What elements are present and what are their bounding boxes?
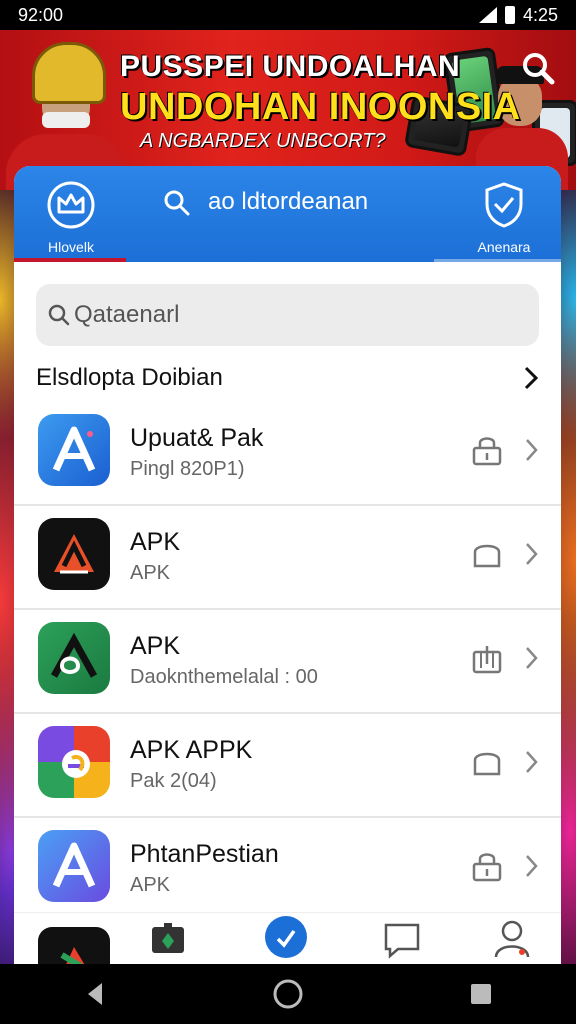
chevron-right-icon bbox=[524, 366, 539, 390]
app-title: PhtanPestian bbox=[130, 840, 279, 868]
chevron-right-icon bbox=[526, 855, 538, 877]
recents-icon[interactable] bbox=[466, 979, 496, 1009]
a-logo-multicolor-icon bbox=[38, 726, 110, 798]
banner-title: PUSSPEI UNDOALHAN bbox=[120, 50, 461, 83]
a-logo-purple-icon bbox=[38, 830, 110, 902]
banner-subtitle: A NGBARDEX UNBCORT? bbox=[140, 130, 386, 152]
app-title: APK APPK bbox=[130, 736, 253, 764]
chevron-right-icon bbox=[526, 647, 538, 669]
banner-figure-left bbox=[6, 42, 126, 190]
search-input[interactable]: Qataenarl bbox=[36, 284, 539, 346]
home-icon[interactable] bbox=[271, 977, 305, 1011]
app-title: Upuat& Pak bbox=[130, 424, 264, 452]
nav-profile[interactable] bbox=[490, 917, 534, 961]
bag-icon bbox=[152, 923, 184, 953]
back-icon[interactable] bbox=[80, 979, 110, 1009]
app-list: Upuat& Pak Pingl 820P1) APK APK APK Daok… bbox=[14, 402, 561, 922]
list-item[interactable]: APK APK bbox=[14, 506, 561, 610]
status-clock: 4:25 bbox=[522, 4, 558, 25]
profile-icon bbox=[494, 920, 530, 958]
search-placeholder: Qataenarl bbox=[74, 301, 180, 328]
chat-icon bbox=[384, 923, 420, 959]
lock-icon[interactable] bbox=[471, 850, 503, 882]
banner-headline: UNDOHAN INOONSIA bbox=[120, 86, 521, 128]
system-nav-bar bbox=[0, 964, 576, 1024]
list-item[interactable]: APK Daoknthemelalal : 00 bbox=[14, 610, 561, 714]
list-item[interactable]: PhtanPestian APK bbox=[14, 818, 561, 922]
app-title: APK bbox=[130, 528, 181, 556]
search-icon bbox=[164, 190, 190, 216]
nav-store[interactable] bbox=[146, 917, 190, 961]
list-item[interactable]: Upuat& Pak Pingl 820P1) bbox=[14, 402, 561, 506]
download-box-icon[interactable] bbox=[471, 642, 503, 674]
crown-icon bbox=[47, 181, 95, 229]
shield-icon bbox=[485, 182, 523, 228]
check-circle-icon bbox=[265, 916, 307, 958]
nav-search[interactable]: ao ldtordeanan bbox=[162, 188, 368, 216]
bottom-nav bbox=[14, 912, 561, 966]
app-title: APK bbox=[130, 632, 181, 660]
list-item[interactable]: APK APPK Pak 2(04) bbox=[14, 714, 561, 818]
chevron-right-icon bbox=[526, 751, 538, 773]
nav-home-tab[interactable]: Hlovelk bbox=[36, 180, 106, 255]
nav-right-label: Anenara bbox=[477, 239, 531, 255]
nav-search-text: ao ldtordeanan bbox=[208, 188, 369, 215]
bag-icon[interactable] bbox=[471, 538, 503, 570]
signal-icon bbox=[478, 7, 497, 23]
app-subtitle: APK bbox=[130, 874, 171, 896]
app-subtitle: Pingl 820P1) bbox=[130, 458, 245, 480]
status-bar: 92:00 4:25 bbox=[0, 0, 576, 30]
app-subtitle: Daoknthemelalal : 00 bbox=[130, 666, 318, 688]
a-logo-orange-icon bbox=[38, 518, 110, 590]
search-icon bbox=[48, 304, 70, 326]
top-nav: Hlovelk ao ldtordeanan Anenara bbox=[14, 166, 561, 262]
a-logo-green-icon bbox=[38, 622, 110, 694]
app-subtitle: APK bbox=[130, 562, 171, 584]
bag-icon[interactable] bbox=[471, 746, 503, 778]
section-header[interactable]: Elsdlopta Doibian bbox=[36, 358, 541, 398]
nav-updates[interactable] bbox=[264, 915, 308, 959]
app-subtitle: Pak 2(04) bbox=[130, 770, 217, 792]
status-time: 92:00 bbox=[18, 4, 64, 25]
section-title: Elsdlopta Doibian bbox=[36, 364, 223, 391]
chevron-right-icon bbox=[526, 439, 538, 461]
nav-shield-tab[interactable]: Anenara bbox=[469, 180, 539, 255]
lock-icon[interactable] bbox=[471, 434, 503, 466]
store-panel: Hlovelk ao ldtordeanan Anenara Qataenarl… bbox=[14, 166, 561, 966]
battery-icon bbox=[504, 6, 515, 24]
chevron-right-icon bbox=[526, 543, 538, 565]
tab-indicator bbox=[434, 259, 561, 262]
active-tab-indicator bbox=[14, 258, 126, 262]
app-icon-partial bbox=[38, 927, 110, 966]
status-right: 4:25 bbox=[478, 4, 558, 26]
search-icon[interactable] bbox=[520, 50, 556, 86]
nav-messages[interactable] bbox=[380, 917, 424, 961]
a-logo-blue-icon bbox=[38, 414, 110, 486]
nav-left-label: Hlovelk bbox=[48, 239, 94, 255]
